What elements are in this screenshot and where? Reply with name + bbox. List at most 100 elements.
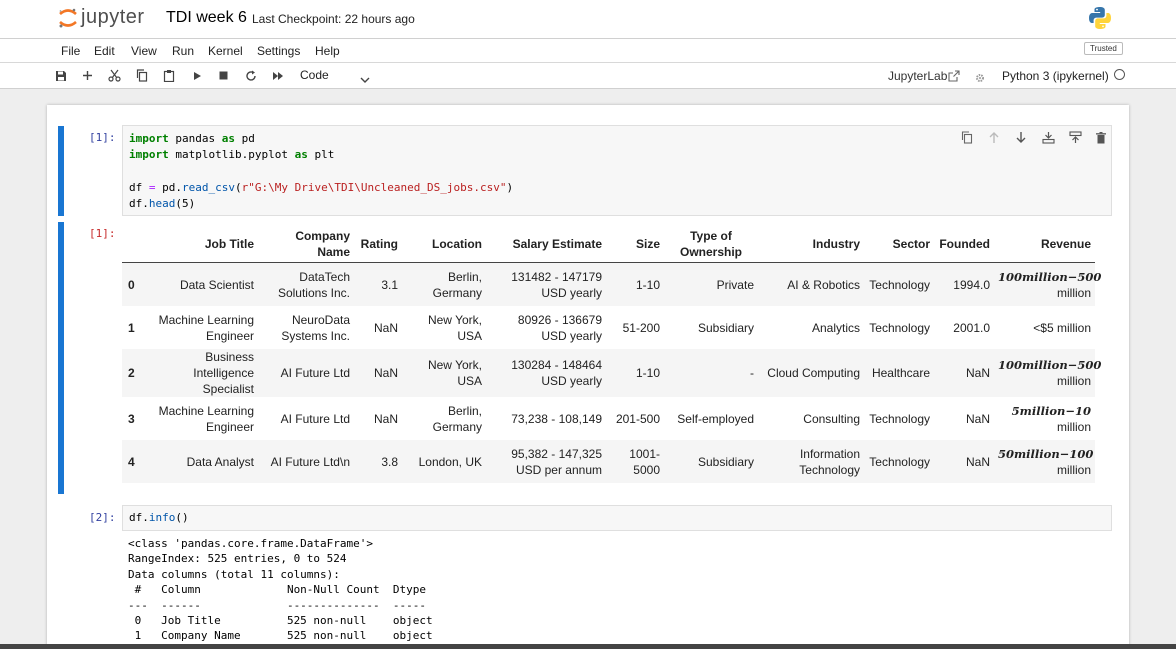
notebook-title[interactable]: TDI week 6 [166, 9, 247, 27]
table-row: 2 Business Intelligence Specialist AI Fu… [122, 349, 1101, 397]
jupyter-logo[interactable]: jupyter [58, 6, 145, 29]
paste-icon[interactable] [162, 69, 175, 82]
cell-founded: NaN [965, 411, 990, 426]
duplicate-cell-icon[interactable] [961, 131, 973, 149]
cell-sector: Technology [869, 454, 930, 469]
cell-size: 51-200 [622, 320, 660, 335]
cell-ownership: - [750, 366, 754, 380]
jupyter-logo-icon [59, 8, 77, 27]
kernel-status-indicator [1114, 69, 1125, 80]
code-cell-input[interactable]: import pandas as pd import matplotlib.py… [122, 125, 1112, 216]
code-text: pandas [168, 132, 222, 145]
save-icon[interactable] [54, 69, 67, 82]
restart-icon[interactable] [244, 69, 257, 82]
cut-icon[interactable] [108, 69, 121, 82]
menu-view[interactable]: View [131, 44, 157, 58]
code-text: matplotlib.pyplot [168, 148, 295, 161]
add-cell-icon[interactable] [81, 69, 94, 82]
column-header: Rating [354, 226, 402, 263]
external-link-icon[interactable] [948, 69, 960, 87]
cell-location: New York, USA [427, 312, 482, 343]
column-header: Size [606, 226, 664, 263]
menu-kernel[interactable]: Kernel [208, 44, 243, 58]
input-prompt: [2]: [89, 511, 116, 524]
cell-company: AI Future Ltd [280, 411, 350, 426]
code-text: ) [506, 181, 514, 194]
menu-file[interactable]: File [61, 44, 80, 58]
cell-ownership: Private [716, 277, 754, 292]
menu-bar: File Edit View Run Kernel Settings Help … [0, 39, 1176, 63]
column-header: Company Name [258, 226, 354, 263]
column-header: Job Title [144, 226, 258, 263]
code-text: df. [129, 511, 149, 524]
keyword: import [129, 132, 169, 145]
code-line: df.head(5) [129, 197, 195, 210]
menu-settings[interactable]: Settings [257, 44, 300, 58]
logo-text: jupyter [81, 6, 145, 28]
input-prompt: [1]: [89, 131, 116, 144]
cell-salary: 73,238 - 108,149 [511, 411, 602, 426]
cell-rating: NaN [373, 320, 398, 335]
cell-sector: Healthcare [871, 366, 930, 380]
header-bar: jupyter TDI week 6 Last Checkpoint: 22 h… [0, 0, 1176, 39]
row-index: 0 [128, 277, 135, 292]
stop-icon[interactable] [217, 69, 230, 82]
cell-salary: 80926 - 136679 USD yearly [517, 312, 602, 343]
cell-ownership: Subsidiary [697, 454, 754, 469]
move-up-icon[interactable] [988, 131, 1000, 149]
revenue-math: 5million−10 [1011, 403, 1091, 418]
delete-cell-icon[interactable] [1096, 131, 1106, 149]
code-cell-input[interactable]: df.info() [122, 505, 1112, 531]
code-line: df.info() [129, 511, 189, 524]
cell-sector: Technology [869, 411, 930, 426]
jupyter-notebook-app: jupyter TDI week 6 Last Checkpoint: 22 h… [0, 0, 1176, 649]
column-header: Salary Estimate [486, 226, 606, 263]
cell-revenue: 100million−500 million [994, 349, 1101, 397]
revenue-tail: million [1056, 462, 1091, 477]
cell-founded: NaN [965, 366, 990, 380]
revenue-math: 50million−100 [998, 446, 1094, 461]
keyword: import [129, 148, 169, 161]
checkpoint-status: Last Checkpoint: 22 hours ago [252, 12, 415, 26]
column-header: Location [402, 226, 486, 263]
cell-job-title: Business Intelligence Specialist [193, 350, 254, 396]
cell-rating: 3.1 [381, 277, 398, 292]
copy-icon[interactable] [135, 69, 148, 82]
revenue-math: 100million−500 [998, 269, 1102, 284]
column-header: Revenue [994, 226, 1095, 263]
trusted-badge[interactable]: Trusted [1084, 42, 1123, 55]
menu-edit[interactable]: Edit [94, 44, 115, 58]
table-header-row: Job Title Company Name Rating Location S… [122, 226, 1095, 263]
cell-rating: 3.8 [381, 454, 398, 469]
active-cell-input-bar[interactable] [58, 126, 64, 216]
menu-help[interactable]: Help [315, 44, 340, 58]
insert-below-icon[interactable] [1069, 131, 1082, 149]
jupyterlab-link[interactable]: JupyterLab [888, 69, 947, 83]
cell-revenue: 5million−10 million [994, 397, 1095, 440]
cell-founded: 2001.0 [953, 320, 990, 335]
revenue-math: 100million−500 [998, 358, 1102, 372]
output-prompt: [1]: [89, 227, 116, 240]
insert-above-icon[interactable] [1042, 131, 1055, 149]
info-output: <class 'pandas.core.frame.DataFrame'> Ra… [128, 537, 433, 643]
cell-type-select[interactable]: Code [300, 68, 329, 82]
run-icon[interactable] [190, 69, 203, 82]
notebook-toolbar: Code JupyterLab Python 3 (ipykernel) [0, 63, 1176, 89]
row-index: 2 [128, 366, 135, 380]
cell-size: 1-10 [635, 277, 660, 292]
column-header: Industry [758, 226, 864, 263]
revenue-tail: million [1056, 285, 1091, 300]
active-cell-output-bar[interactable] [58, 222, 64, 494]
code-line: df = pd.read_csv(r"G:\My Drive\TDI\Uncle… [129, 181, 513, 194]
cell-industry: AI & Robotics [787, 277, 860, 292]
menu-run[interactable]: Run [172, 44, 194, 58]
code-text: df [129, 181, 149, 194]
fast-forward-icon[interactable] [271, 69, 284, 82]
gear-icon[interactable] [975, 70, 985, 88]
chevron-down-icon[interactable] [360, 71, 370, 89]
kernel-name[interactable]: Python 3 (ipykernel) [1002, 69, 1109, 83]
move-down-icon[interactable] [1015, 131, 1027, 149]
column-header: Sector [864, 226, 934, 263]
code-text: df. [129, 197, 149, 210]
cell-toolbar [961, 131, 1106, 145]
